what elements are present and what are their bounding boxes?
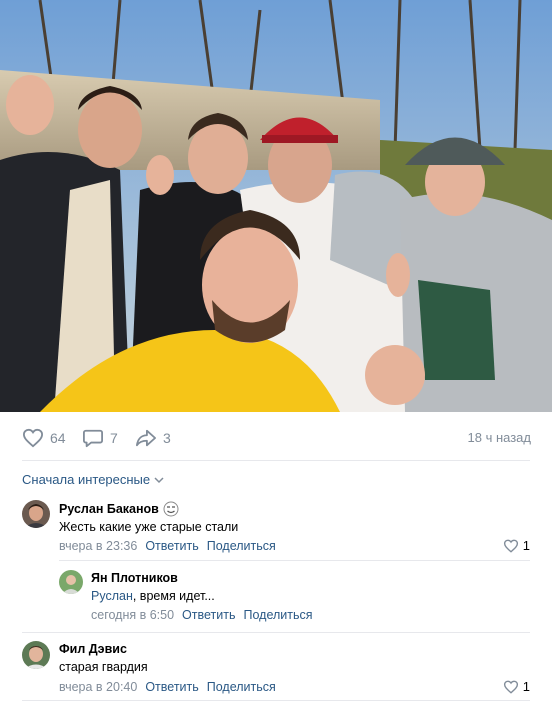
post-actions-bar: 64 7 3 18 ч назад: [0, 412, 552, 462]
share-comment-button[interactable]: Поделиться: [207, 539, 276, 553]
share-count: 3: [163, 430, 171, 446]
photo-illustration: [0, 0, 552, 412]
heart-icon: [503, 539, 518, 553]
comment-author[interactable]: Фил Дэвис: [59, 642, 127, 656]
reply-button[interactable]: Ответить: [145, 680, 198, 694]
comment-author[interactable]: Руслан Баканов: [59, 502, 159, 516]
emoji-icon: [163, 501, 179, 517]
divider: [59, 560, 530, 561]
comment-author[interactable]: Ян Плотников: [91, 571, 178, 585]
comment-icon: [83, 429, 103, 448]
heart-icon: [503, 680, 518, 694]
avatar[interactable]: [22, 641, 50, 669]
post-timestamp: 18 ч назад: [467, 430, 532, 445]
divider: [22, 460, 530, 461]
comment-text: Жесть какие уже старые стали: [59, 520, 239, 534]
post-photo[interactable]: [0, 0, 552, 412]
like-count: 64: [50, 430, 66, 446]
comment-text: старая гвардия: [59, 660, 148, 674]
share-icon: [136, 429, 156, 447]
share-comment-button[interactable]: Поделиться: [207, 680, 276, 694]
comment-text: , время идет...: [132, 589, 215, 603]
mention-link[interactable]: Руслан: [91, 589, 133, 603]
comment-time: сегодня в 6:50: [91, 608, 175, 622]
comment-like-count: 1: [522, 538, 530, 553]
chevron-down-icon: [154, 476, 164, 483]
reply-button[interactable]: Ответить: [182, 608, 235, 622]
avatar[interactable]: [22, 500, 50, 528]
avatar[interactable]: [59, 570, 83, 594]
comment-count: 7: [110, 430, 118, 446]
comment-like-button[interactable]: 1: [503, 679, 530, 694]
comment-time: вчера в 20:40: [59, 680, 138, 694]
comment-button[interactable]: 7: [82, 428, 118, 448]
avatar-image: [59, 570, 83, 594]
sort-label: Сначала интересные: [22, 472, 151, 487]
like-button[interactable]: 64: [22, 428, 66, 448]
comment-like-button[interactable]: 1: [503, 538, 530, 553]
share-button[interactable]: 3: [135, 428, 171, 448]
comment-like-count: 1: [522, 679, 530, 694]
avatar-image: [22, 641, 50, 669]
avatar-image: [22, 500, 50, 528]
divider: [22, 632, 530, 633]
reply-button[interactable]: Ответить: [145, 539, 198, 553]
divider: [22, 700, 530, 701]
comments-sort-dropdown[interactable]: Сначала интересные: [22, 472, 164, 487]
heart-icon: [22, 428, 44, 448]
share-comment-button[interactable]: Поделиться: [243, 608, 312, 622]
comment-time: вчера в 23:36: [59, 539, 138, 553]
